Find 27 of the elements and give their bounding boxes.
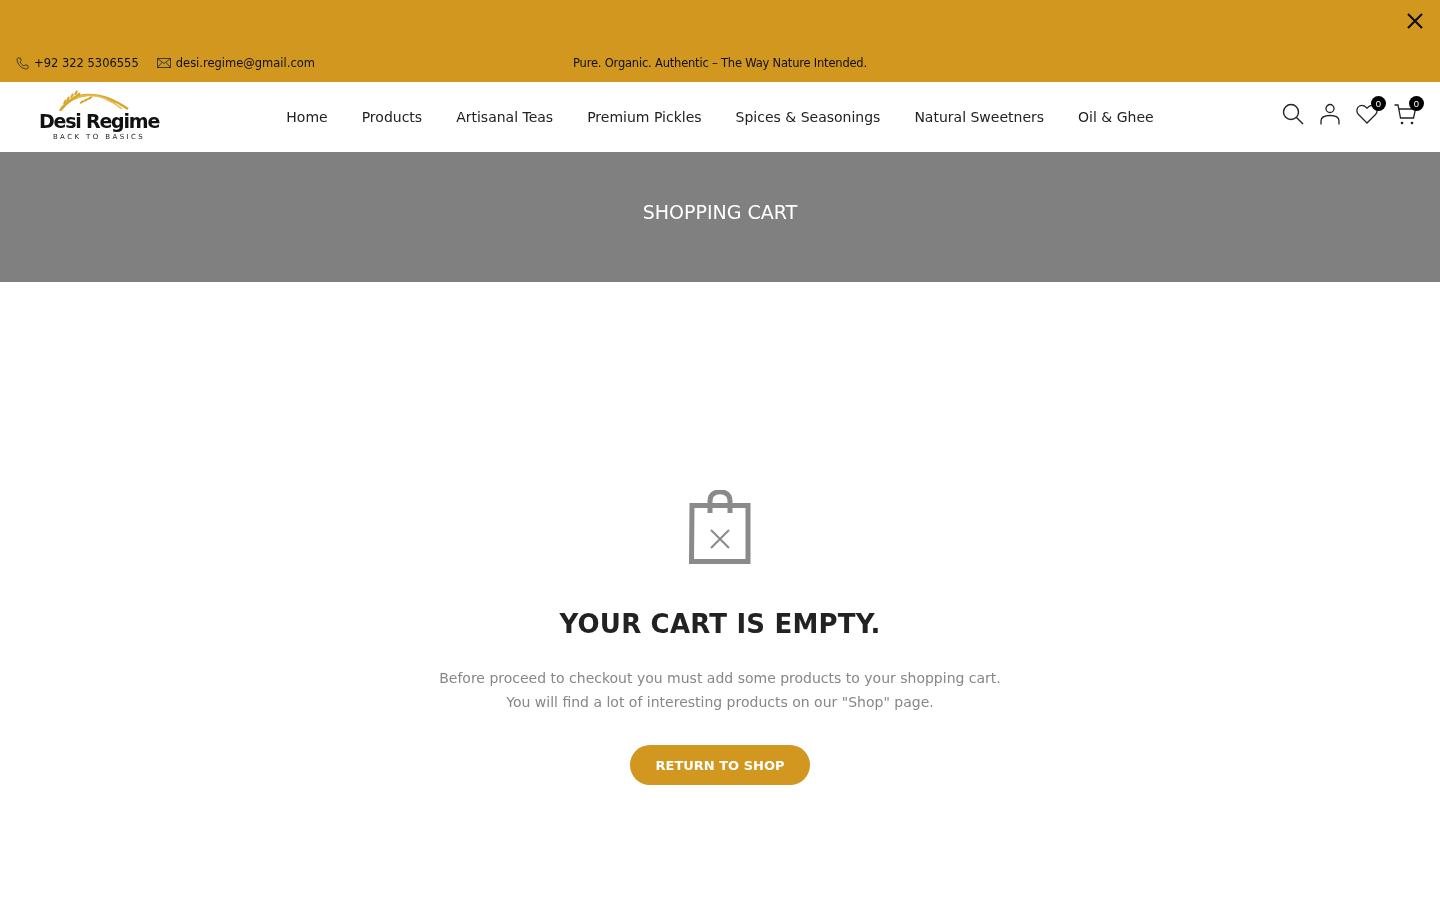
close-icon (1406, 12, 1424, 30)
nav-link[interactable]: Artisanal Teas (456, 109, 554, 125)
email-address[interactable]: desi.regime@gmail.com (175, 56, 315, 70)
empty-cart-message: You will find a lot of interesting products on our "Shop" page. (506, 693, 934, 712)
empty-cart-heading: YOUR CART IS EMPTY. (559, 608, 881, 641)
envelope-icon (156, 58, 171, 68)
cart-icon (1394, 103, 1416, 125)
close-button[interactable] (1406, 12, 1424, 30)
nav-link[interactable]: Spices & Seasonings (735, 109, 881, 125)
nav-link[interactable]: Oil & Ghee (1078, 109, 1154, 125)
search-icon (1282, 103, 1304, 125)
user-icon (1320, 103, 1340, 125)
phone-number[interactable]: +92 322 5306555 (34, 56, 139, 70)
phone-icon (16, 56, 29, 70)
nav-link[interactable]: Products (361, 109, 423, 125)
empty-bag-icon (689, 490, 751, 564)
empty-cart-message: Before proceed to checkout you must add some products to your shopping cart. (439, 669, 1001, 688)
nav-link[interactable]: Home (286, 109, 328, 125)
heart-icon (1356, 104, 1378, 124)
wishlist-count: 0 (1371, 96, 1386, 111)
cart-count: 0 (1409, 95, 1424, 111)
page-title: SHOPPING CART (642, 200, 798, 225)
nav-link[interactable]: Natural Sweetners (914, 109, 1045, 125)
search-button[interactable] (1282, 103, 1304, 125)
account-button[interactable] (1320, 103, 1340, 125)
announcement-text: Pure. Organic. Authentic – The Way Nature Intended. (573, 56, 867, 70)
nav-link[interactable]: Premium Pickles (587, 109, 702, 125)
